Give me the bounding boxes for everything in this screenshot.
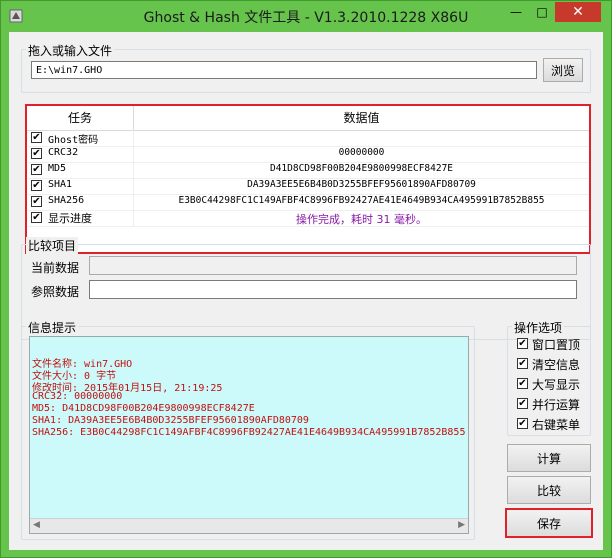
option-checkbox[interactable]: ✔	[517, 338, 528, 349]
row-checkbox[interactable]: ✔	[31, 212, 42, 223]
row-checkbox[interactable]: ✔	[31, 196, 42, 207]
app-window: Ghost & Hash 文件工具 - V1.3.2010.1228 X86U …	[0, 0, 612, 558]
option-label: 窗口置顶	[532, 338, 581, 352]
close-button[interactable]: ✕	[555, 2, 601, 22]
options-group-legend: 操作选项	[512, 319, 565, 336]
browse-button[interactable]: 浏览	[543, 58, 583, 82]
reference-data-field[interactable]	[89, 280, 577, 299]
compare-button[interactable]: 比较	[507, 476, 591, 504]
grid-row[interactable]: ✔ 显示进度 操作完成，耗时 31 毫秒。	[27, 210, 589, 227]
horizontal-scrollbar[interactable]: ◀ ▶	[30, 518, 468, 533]
row-label: 显示进度	[48, 212, 92, 225]
info-line: MD5: D41D8CD98F00B204E9800998ECF8427E	[32, 403, 255, 414]
current-data-field	[89, 256, 577, 275]
grid-row[interactable]: ✔ SHA1 DA39A3EE5E6B4B0D3255BFEF95601890A…	[27, 178, 589, 195]
row-label: SHA256	[48, 195, 85, 206]
file-path-input[interactable]	[31, 61, 537, 79]
scroll-right-icon[interactable]: ▶	[458, 520, 465, 530]
row-value: 00000000	[338, 147, 385, 158]
row-label: Ghost密码	[48, 135, 99, 146]
row-label: SHA1	[48, 179, 73, 190]
option-checkbox[interactable]: ✔	[517, 418, 528, 429]
option-label: 并行运算	[532, 398, 581, 412]
option-checkbox[interactable]: ✔	[517, 398, 528, 409]
row-label: CRC32	[48, 147, 79, 158]
grid-row[interactable]: ✔ CRC32 00000000	[27, 146, 589, 163]
row-value: D41D8CD98F00B204E9800998ECF8427E	[269, 163, 454, 174]
option-parallel[interactable]: ✔ 并行运算	[517, 396, 607, 412]
maximize-button[interactable]: □	[529, 2, 555, 22]
row-task-cell: ✔ SHA1	[27, 178, 134, 194]
value-column-header[interactable]: 数据值	[134, 106, 589, 130]
info-line: SHA1: DA39A3EE5E6B4B0D3255BFEF95601890AF…	[32, 415, 309, 426]
task-column-header[interactable]: 任务	[27, 106, 134, 130]
save-button[interactable]: 保存	[505, 508, 593, 538]
info-group-legend: 信息提示	[26, 319, 79, 336]
option-context-menu[interactable]: ✔ 右键菜单	[517, 416, 607, 432]
row-checkbox[interactable]: ✔	[31, 164, 42, 175]
option-label: 清空信息	[532, 358, 581, 372]
option-clear-info[interactable]: ✔ 清空信息	[517, 356, 607, 372]
file-group-legend: 拖入或输入文件	[26, 42, 115, 59]
row-value: DA39A3EE5E6B4B0D3255BFEF95601890AFD80709	[247, 179, 476, 190]
minimize-button[interactable]: —	[503, 2, 529, 22]
row-task-cell: ✔ MD5	[27, 162, 134, 178]
row-task-cell: ✔ 显示进度	[27, 210, 134, 226]
client-area: 拖入或输入文件 浏览 任务 数据值 ✔ Ghost密码 ✔ CRC32	[9, 32, 603, 550]
option-window-topmost[interactable]: ✔ 窗口置顶	[517, 336, 607, 352]
row-checkbox[interactable]: ✔	[31, 132, 42, 143]
row-checkbox[interactable]: ✔	[31, 148, 42, 159]
grid-row[interactable]: ✔ SHA256 E3B0C44298FC1C149AFBF4C8996FB92…	[27, 194, 589, 211]
row-task-cell: ✔ Ghost密码	[27, 130, 134, 146]
info-line: CRC32: 00000000	[32, 391, 123, 402]
task-grid: 任务 数据值 ✔ Ghost密码 ✔ CRC32 00000000 ✔ MD5 …	[25, 104, 591, 254]
reference-data-label: 参照数据	[31, 285, 80, 299]
compute-button[interactable]: 计算	[507, 444, 591, 472]
status-message: 操作完成，耗时 31 毫秒。	[296, 213, 427, 226]
title-bar[interactable]: Ghost & Hash 文件工具 - V1.3.2010.1228 X86U …	[1, 1, 611, 32]
row-label: MD5	[48, 163, 67, 174]
current-data-label: 当前数据	[31, 261, 80, 275]
scroll-left-icon[interactable]: ◀	[33, 520, 40, 530]
row-value: E3B0C44298FC1C149AFBF4C8996FB92427AE41E4…	[178, 195, 545, 206]
grid-header: 任务 数据值	[27, 106, 589, 131]
row-checkbox[interactable]: ✔	[31, 180, 42, 191]
option-label: 右键菜单	[532, 418, 581, 432]
info-textarea[interactable]: 文件名称: win7.GHO 文件大小: 0 字节 修改时间: 2015年01月…	[29, 336, 469, 534]
option-uppercase[interactable]: ✔ 大写显示	[517, 376, 607, 392]
compare-group-legend: 比较项目	[26, 237, 79, 254]
option-checkbox[interactable]: ✔	[517, 358, 528, 369]
row-task-cell: ✔ CRC32	[27, 146, 134, 162]
grid-row[interactable]: ✔ MD5 D41D8CD98F00B204E9800998ECF8427E	[27, 162, 589, 179]
info-line: SHA256: E3B0C44298FC1C149AFBF4C8996FB924…	[32, 427, 466, 438]
row-task-cell: ✔ SHA256	[27, 194, 134, 210]
option-checkbox[interactable]: ✔	[517, 378, 528, 389]
option-label: 大写显示	[532, 378, 581, 392]
grid-row[interactable]: ✔ Ghost密码	[27, 130, 589, 147]
